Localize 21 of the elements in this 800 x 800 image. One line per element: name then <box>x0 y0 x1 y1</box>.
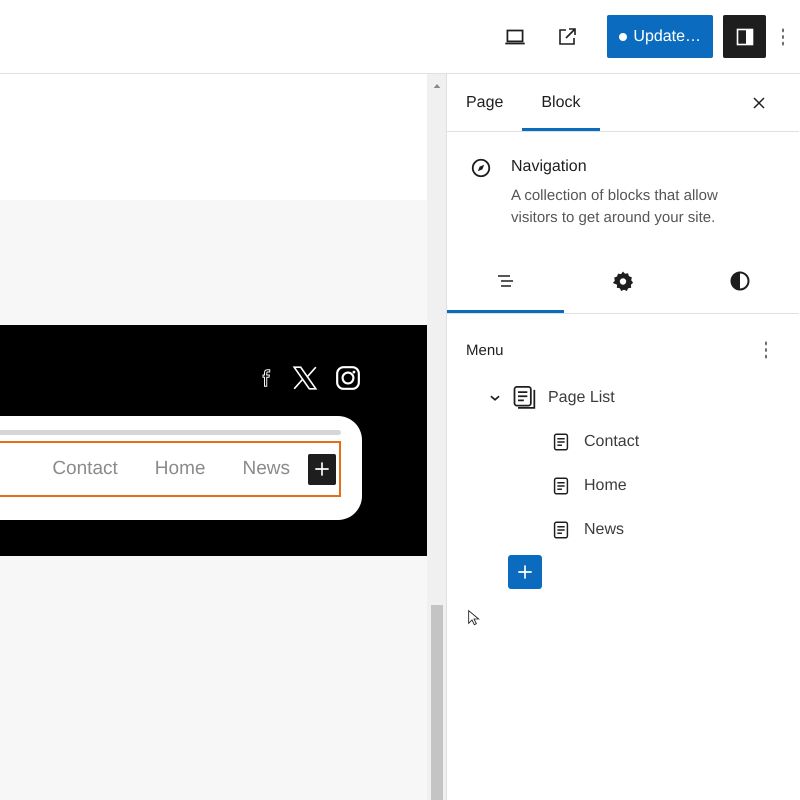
menu-item[interactable]: News <box>584 521 624 539</box>
update-button[interactable]: Update… <box>607 15 713 58</box>
more-options-icon <box>763 340 769 360</box>
settings-toggle-button[interactable] <box>723 15 766 58</box>
add-block-button[interactable] <box>308 454 336 484</box>
menu-heading: Menu <box>466 342 504 358</box>
x-logo-icon <box>292 365 318 391</box>
block-title: Navigation <box>511 158 588 176</box>
menu-item[interactable]: Contact <box>584 433 640 451</box>
scrollbar[interactable] <box>427 74 446 800</box>
more-options-icon <box>780 26 786 46</box>
contrast-icon <box>728 268 752 292</box>
scroll-up-icon <box>432 82 440 90</box>
block-description: A collection of blocks that allow visitors to get around your site. <box>511 186 719 228</box>
instagram-icon <box>335 365 361 391</box>
sidebar-tab[interactable]: Block <box>522 74 600 131</box>
menu-item[interactable]: Home <box>584 477 627 495</box>
menu-item[interactable]: Page List <box>548 389 615 407</box>
scrollbar-thumb[interactable] <box>430 605 442 800</box>
sidebar-tab[interactable]: Page <box>447 74 522 131</box>
compass-icon <box>470 157 492 179</box>
